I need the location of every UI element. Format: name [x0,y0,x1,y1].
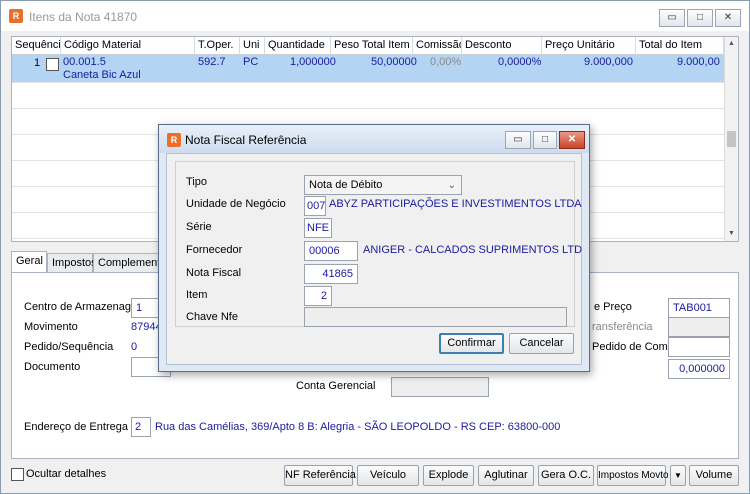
confirmar-button[interactable]: Confirmar [439,333,504,354]
endereco-label: Endereço de Entrega [24,421,128,433]
title-bar: R Itens da Nota 41870 ▭ □ ✕ [1,1,749,31]
item-input[interactable]: 2 [304,286,332,306]
dialog-body: Tipo Nota de Débito ⌄ Unidade de Negócio… [166,153,582,365]
more-dropdown-icon[interactable]: ▼ [670,465,686,486]
nf-referencia-dialog: R Nota Fiscal Referência ▭ □ ✕ Tipo Nota… [158,124,590,372]
centro-label: Centro de Armazenagem [24,301,147,313]
pedido-label: Pedido/Sequência [24,341,114,353]
tipo-label: Tipo [186,176,207,188]
row-desconto: 0,0000% [498,56,542,68]
grid-scrollbar[interactable]: ▲ ▼ [724,37,738,241]
col-header-sequencia[interactable]: Sequência [12,37,61,55]
col-header-peso[interactable]: Peso Total Item [331,37,413,55]
scroll-thumb[interactable] [727,131,736,147]
volume-button[interactable]: Volume [689,465,739,486]
cancelar-button[interactable]: Cancelar [509,333,574,354]
row-peso: 50,00000 [371,56,417,68]
col-header-codigo[interactable]: Código Material [61,37,195,55]
tipo-select[interactable]: Nota de Débito ⌄ [304,175,462,195]
chave-input[interactable] [304,307,567,327]
row-toper: 592.7 [198,56,226,68]
row-codigo: 00.001.5 [63,56,106,68]
dialog-fields-group: Tipo Nota de Débito ⌄ Unidade de Negócio… [175,161,582,327]
tab-impostos[interactable]: Impostos [47,253,97,273]
tab-geral[interactable]: Geral [11,251,47,273]
chave-label: Chave Nfe [186,311,238,323]
fornecedor-name: ANIGER - CALCADOS SUPRIMENTOS LTD [363,244,583,256]
row-quantidade: 1,000000 [290,56,336,68]
transferencia-label: ransferência [592,321,653,333]
ocultar-checkbox[interactable] [11,468,24,481]
pedcompra-input[interactable] [668,337,730,357]
valor-input[interactable]: 0,000000 [668,359,730,379]
row-checkbox[interactable] [46,58,59,71]
ocultar-label: Ocultar detalhes [26,468,107,480]
col-header-toper[interactable]: T.Oper. [195,37,240,55]
conta-label: Conta Gerencial [296,380,376,392]
table-row[interactable]: 1 00.001.5 Caneta Bic Azul 592.7 PC 1,00… [12,55,724,83]
row-comissao: 0,00% [430,56,462,68]
col-header-preco[interactable]: Preço Unitário [542,37,636,55]
impostos-movto-button[interactable]: Impostos Movto [597,465,669,486]
movimento-label: Movimento [24,321,78,333]
app-icon: R [9,9,23,23]
tab-complemento[interactable]: Complemento [93,253,166,273]
preco-input[interactable]: TAB001 [668,298,730,318]
maximize-button[interactable]: □ [687,9,713,27]
endereco-text: Rua das Camélias, 369/Apto 8 B: Alegria … [155,421,561,433]
dialog-maximize-button[interactable]: □ [533,131,557,149]
table-row-empty [12,83,724,109]
window-title: Itens da Nota 41870 [29,10,138,24]
dialog-app-icon: R [167,133,181,147]
row-descricao: Caneta Bic Azul [63,69,141,81]
unidade-name: ABYZ PARTICIPAÇÕES E INVESTIMENTOS LTDA [329,198,582,210]
row-preco: 9.000,000 [584,56,633,68]
col-header-comissao[interactable]: Comissão [413,37,462,55]
dialog-minimize-button[interactable]: ▭ [505,131,531,149]
nota-input[interactable]: 41865 [304,264,358,284]
unidade-label: Unidade de Negócio [186,198,286,210]
movimento-value: 87944 [131,321,162,333]
nota-label: Nota Fiscal [186,267,242,279]
chevron-down-icon: ⌄ [447,180,456,191]
scroll-down-icon[interactable]: ▼ [728,230,735,237]
transferencia-input[interactable] [668,317,730,337]
gera-oc-button[interactable]: Gera O.C. [538,465,594,486]
tipo-select-value: Nota de Débito [309,179,383,191]
preco-label: e Preço [594,301,632,313]
row-seq: 1 [34,57,41,69]
nf-referencia-button[interactable]: NF Referência [284,465,356,486]
veiculo-button[interactable]: Veículo [357,465,419,486]
documento-label: Documento [24,361,81,373]
serie-label: Série [186,221,212,233]
item-label: Item [186,289,208,301]
serie-input[interactable]: NFE [304,218,332,238]
fornecedor-code-input[interactable]: 00006 [304,241,358,261]
close-button[interactable]: ✕ [715,9,741,27]
minimize-button[interactable]: ▭ [659,9,685,27]
dialog-title: Nota Fiscal Referência [185,133,307,147]
col-header-total[interactable]: Total do Item [636,37,724,55]
row-total: 9.000,00 [677,56,720,68]
col-header-desconto[interactable]: Desconto [462,37,542,55]
pedido-value: 0 [131,341,138,353]
conta-input[interactable] [391,377,489,397]
col-header-quantidade[interactable]: Quantidade [265,37,331,55]
dialog-title-bar: R Nota Fiscal Referência ▭ □ ✕ [159,125,589,153]
fornecedor-label: Fornecedor [186,244,243,256]
unidade-code-input[interactable]: 007 [304,196,326,216]
col-header-uni[interactable]: Uni [240,37,265,55]
row-uni: PC [243,56,259,68]
scroll-up-icon[interactable]: ▲ [728,40,735,47]
aglutinar-button[interactable]: Aglutinar [478,465,534,486]
explode-button[interactable]: Explode [423,465,474,486]
endereco-num-input[interactable]: 2 [131,417,151,437]
dialog-close-button[interactable]: ✕ [559,131,585,149]
